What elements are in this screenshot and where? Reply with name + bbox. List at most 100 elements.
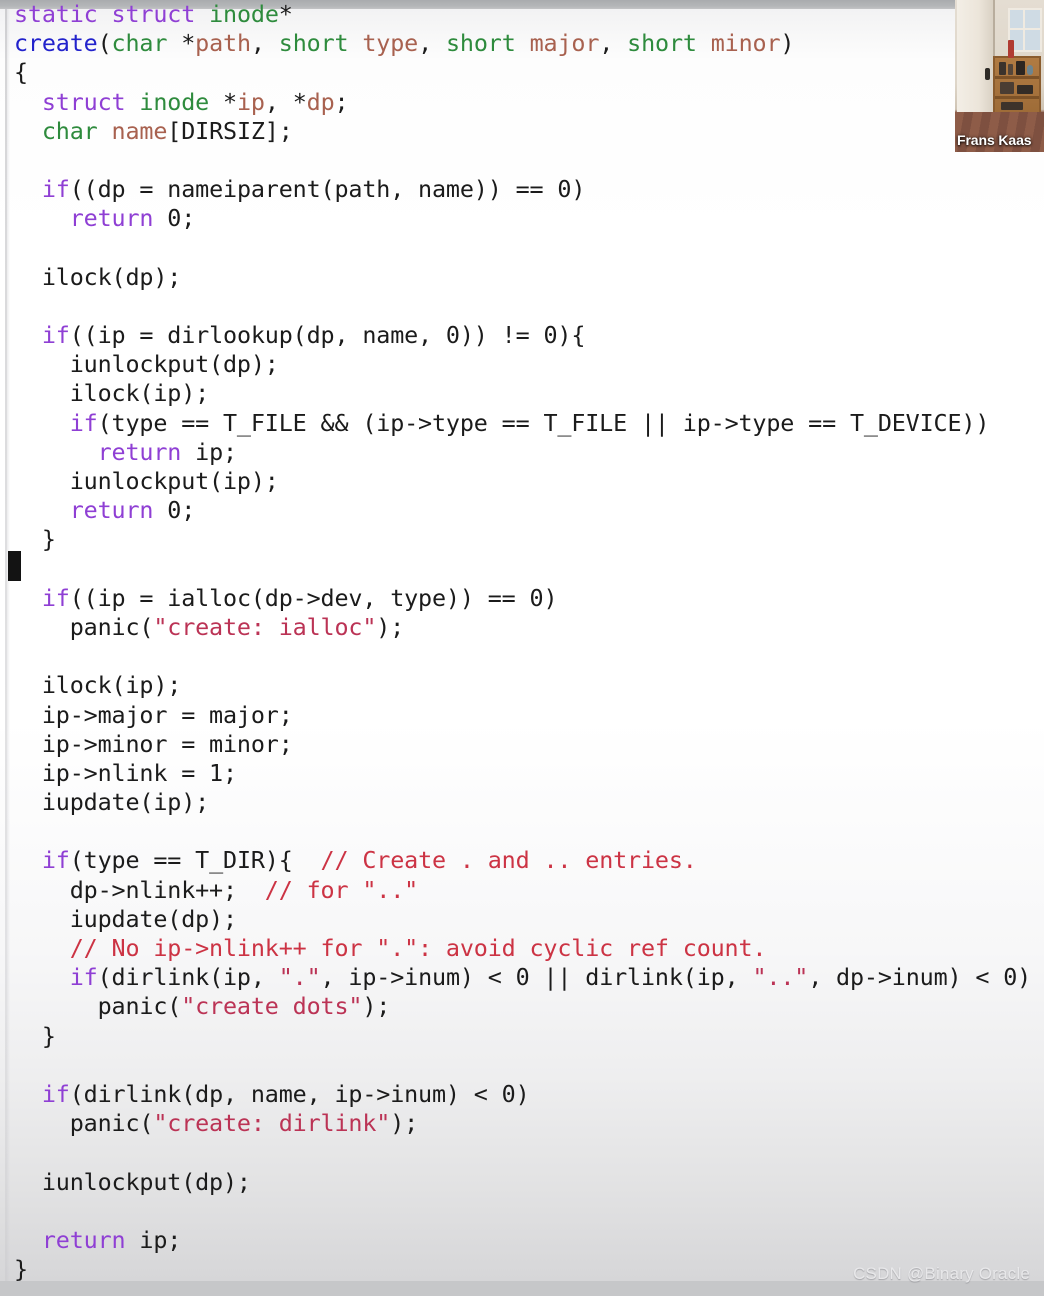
code-line[interactable]: if((dp = nameiparent(path, name)) == 0) [0,175,1044,204]
code-line[interactable]: } [0,525,1044,554]
code-token-str: "create: ialloc" [153,612,377,641]
source-code-listing[interactable]: static struct inode* create(char *path, s… [0,0,1044,1284]
code-token-pl: iunlockput(dp); [14,1167,251,1196]
code-token-pl: ((dp = nameiparent(path, name)) == 0) [69,175,586,204]
code-line[interactable]: if(type == T_FILE && (ip->type == T_FILE… [0,409,1044,438]
code-token-var: minor [710,29,781,58]
code-line[interactable]: if(dirlink(dp, name, ip->inum) < 0) [0,1080,1044,1109]
code-token-pl: ip; [181,437,237,466]
code-line[interactable]: ​ [0,817,1044,846]
code-line[interactable]: ​ [0,234,1044,263]
code-token-pl: ilock(ip); [14,379,210,408]
code-line[interactable]: ​ [0,642,1044,671]
code-line[interactable]: ​ [0,146,1044,175]
code-line[interactable]: ilock(ip); [0,671,1044,700]
code-line[interactable]: ip->nlink = 1; [0,759,1044,788]
code-line[interactable]: ​ [0,1138,1044,1167]
code-token-type: inode [139,87,210,116]
code-line[interactable]: panic("create: dirlink"); [0,1109,1044,1138]
code-line[interactable]: iupdate(ip); [0,788,1044,817]
code-token-pl: , [418,29,446,58]
csdn-watermark: CSDN @Binary Oracle [853,1264,1030,1283]
code-token-kw: if [41,846,70,875]
code-line[interactable]: if(type == T_DIR){ // Create . and .. en… [0,846,1044,875]
code-token-var: path [195,29,251,58]
code-line[interactable]: if(dirlink(ip, ".", ip->inum) < 0 || dir… [0,963,1044,992]
code-token-pl: ip->minor = minor; [14,729,293,758]
code-token-cmt: // for ".." [264,875,419,904]
code-line[interactable]: ​ [0,1197,1044,1226]
code-token-pl: ilock(ip); [14,671,182,700]
code-line[interactable]: return 0; [0,204,1044,233]
code-token-pl: ip; [125,1225,182,1254]
code-token-pl: , * [264,87,307,116]
code-token-str: "create dots" [181,992,363,1021]
code-line[interactable]: iupdate(dp); [0,905,1044,934]
code-token-pl: * [278,0,293,28]
code-line[interactable]: ​ [0,555,1044,584]
code-token-pl: } [14,1255,28,1284]
code-token-kw: if [41,1079,70,1108]
code-line[interactable]: create(char *path, short type, short maj… [0,29,1044,58]
code-line[interactable]: return ip; [0,438,1044,467]
code-line[interactable]: ​ [0,1051,1044,1080]
video-door-knob [985,68,990,80]
code-token-var: name [111,116,168,145]
code-token-kw: struct [41,87,126,116]
code-token-kw: static [14,0,98,28]
code-token-pl: (dirlink(ip, [97,963,279,992]
code-line[interactable]: return ip; [0,1226,1044,1255]
code-line[interactable]: static struct inode* [0,0,1044,29]
code-token-pl: [DIRSIZ]; [167,116,293,145]
code-line[interactable]: char name[DIRSIZ]; [0,117,1044,146]
code-token-pl: iunlockput(dp); [14,350,279,379]
code-token-cmt: // No ip->nlink++ for ".": avoid cyclic … [69,934,767,962]
code-token-pl: ); [390,1109,419,1138]
code-token-kw: return [97,437,182,466]
code-token-kw: if [69,408,98,437]
code-line[interactable]: return 0; [0,496,1044,525]
code-line[interactable]: } [0,1022,1044,1051]
code-line[interactable]: { [0,58,1044,87]
code-line[interactable]: if((ip = dirlookup(dp, name, 0)) != 0){ [0,321,1044,350]
video-participant-thumbnail[interactable]: Frans Kaas [955,0,1044,152]
code-token-pl: ip->nlink = 1; [14,758,237,787]
code-token-pl: iupdate(dp); [14,904,237,933]
code-line[interactable]: ilock(dp); [0,263,1044,292]
code-line[interactable]: iunlockput(dp); [0,1168,1044,1197]
code-line[interactable]: // No ip->nlink++ for ".": avoid cyclic … [0,934,1044,963]
code-line[interactable]: ip->major = major; [0,701,1044,730]
code-token-pl: iupdate(ip); [14,788,210,817]
code-token-kw: if [69,963,98,992]
code-token-pl: ip->major = major; [14,700,293,729]
code-line[interactable]: if((ip = ialloc(dp->dev, type)) == 0) [0,584,1044,613]
code-line[interactable]: iunlockput(ip); [0,467,1044,496]
code-line[interactable]: struct inode *ip, *dp; [0,88,1044,117]
code-line[interactable]: ip->minor = minor; [0,730,1044,759]
code-token-pl: panic( [14,992,182,1021]
code-line[interactable]: ​ [0,292,1044,321]
code-token-pl: ); [362,992,391,1021]
code-line[interactable]: dp->nlink++; // for ".." [0,876,1044,905]
code-token-pl: (type == T_DIR){ [69,846,321,875]
code-line[interactable]: panic("create: ialloc"); [0,613,1044,642]
code-line[interactable]: iunlockput(dp); [0,350,1044,379]
code-line[interactable]: panic("create dots"); [0,992,1044,1021]
code-token-var: major [529,29,600,58]
code-token-cmt: // Create . and .. entries. [320,846,697,875]
code-token-fn: create [14,29,98,58]
code-line[interactable]: ilock(ip); [0,379,1044,408]
